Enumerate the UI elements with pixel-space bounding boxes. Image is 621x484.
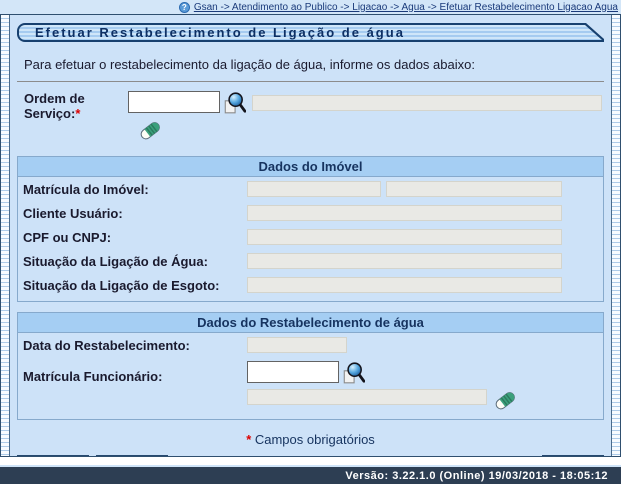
search-icon bbox=[341, 361, 365, 385]
ordem-servico-clear-button[interactable] bbox=[138, 119, 162, 143]
eraser-icon bbox=[139, 119, 161, 141]
cancelar-button[interactable]: Cancelar bbox=[96, 455, 168, 456]
ordem-servico-label: Ordem de Serviço:* bbox=[24, 91, 128, 121]
situacao-agua-label: Situação da Ligação de Água: bbox=[23, 254, 247, 269]
intro-text: Para efetuar o restabelecimento da ligaç… bbox=[24, 57, 604, 72]
ordem-servico-description-field bbox=[252, 95, 602, 111]
situacao-esgoto-label: Situação da Ligação de Esgoto: bbox=[23, 278, 247, 293]
help-icon[interactable]: ? bbox=[179, 2, 190, 13]
dados-restabelecimento-header: Dados do Restabelecimento de água bbox=[18, 313, 603, 333]
right-striped-border bbox=[611, 15, 620, 456]
situacao-esgoto-row: Situação da Ligação de Esgoto: bbox=[18, 273, 603, 297]
gsan-app: ? Gsan -> Atendimento ao Publico -> Liga… bbox=[0, 0, 621, 484]
cliente-usuario-field bbox=[247, 205, 562, 221]
matricula-imovel-label: Matrícula do Imóvel: bbox=[23, 182, 247, 197]
desfazer-button[interactable]: Desfazer bbox=[17, 455, 89, 456]
breadcrumb[interactable]: Gsan -> Atendimento ao Publico -> Ligaca… bbox=[194, 2, 618, 13]
matricula-funcionario-row: Matrícula Funcionário: bbox=[18, 357, 603, 415]
cpf-cnpj-row: CPF ou CNPJ: bbox=[18, 225, 603, 249]
version-status-bar: Versão: 3.22.1.0 (Online) 19/03/2018 - 1… bbox=[0, 465, 621, 484]
cliente-usuario-label: Cliente Usuário: bbox=[23, 206, 247, 221]
data-restabelecimento-label: Data do Restabelecimento: bbox=[23, 338, 247, 353]
situacao-agua-field bbox=[247, 253, 562, 269]
left-striped-border bbox=[1, 15, 10, 456]
required-asterisk: * bbox=[75, 106, 80, 121]
matricula-funcionario-clear-button[interactable] bbox=[493, 389, 517, 413]
main-window: Efetuar Restabelecimento de Ligação de á… bbox=[0, 14, 621, 457]
situacao-esgoto-field bbox=[247, 277, 562, 293]
matricula-funcionario-search-button[interactable] bbox=[341, 361, 365, 385]
breadcrumb-bar: ? Gsan -> Atendimento ao Publico -> Liga… bbox=[0, 0, 621, 14]
situacao-agua-row: Situação da Ligação de Água: bbox=[18, 249, 603, 273]
search-icon bbox=[222, 91, 246, 115]
matricula-funcionario-label: Matrícula Funcionário: bbox=[23, 361, 247, 384]
ordem-servico-row: Ordem de Serviço:* bbox=[24, 91, 604, 146]
cpf-cnpj-field bbox=[247, 229, 562, 245]
required-fields-note: * Campos obrigatórios bbox=[16, 432, 605, 447]
efetuar-button[interactable]: Efetuar bbox=[542, 455, 604, 456]
matricula-imovel-row: Matrícula do Imóvel: bbox=[18, 177, 603, 201]
eraser-icon bbox=[494, 389, 516, 411]
cliente-usuario-row: Cliente Usuário: bbox=[18, 201, 603, 225]
matricula-imovel-field-1 bbox=[247, 181, 381, 197]
matricula-funcionario-input[interactable] bbox=[247, 361, 339, 383]
matricula-imovel-field-2 bbox=[386, 181, 562, 197]
dados-restabelecimento-panel: Dados do Restabelecimento de água Data d… bbox=[17, 312, 604, 420]
page-title-inner: Efetuar Restabelecimento de Ligação de á… bbox=[19, 25, 602, 40]
dados-imovel-panel: Dados do Imóvel Matrícula do Imóvel: Cli… bbox=[17, 156, 604, 302]
ordem-servico-input[interactable] bbox=[128, 91, 220, 113]
page-title-bar: Efetuar Restabelecimento de Ligação de á… bbox=[17, 23, 604, 42]
data-restabelecimento-field bbox=[247, 337, 347, 353]
dados-imovel-header: Dados do Imóvel bbox=[18, 157, 603, 177]
matricula-funcionario-controls bbox=[247, 361, 598, 413]
ordem-servico-search-button[interactable] bbox=[222, 91, 246, 115]
form-content: Efetuar Restabelecimento de Ligação de á… bbox=[10, 15, 611, 456]
matricula-funcionario-name-field bbox=[247, 389, 487, 405]
data-restabelecimento-row: Data do Restabelecimento: bbox=[18, 333, 603, 357]
separator-line bbox=[17, 81, 604, 82]
version-text: Versão: 3.22.1.0 (Online) 19/03/2018 - 1… bbox=[345, 470, 608, 482]
cpf-cnpj-label: CPF ou CNPJ: bbox=[23, 230, 247, 245]
ordem-servico-controls bbox=[128, 91, 252, 146]
page-title: Efetuar Restabelecimento de Ligação de á… bbox=[35, 25, 405, 40]
action-button-row: Desfazer Cancelar Efetuar bbox=[17, 447, 604, 456]
